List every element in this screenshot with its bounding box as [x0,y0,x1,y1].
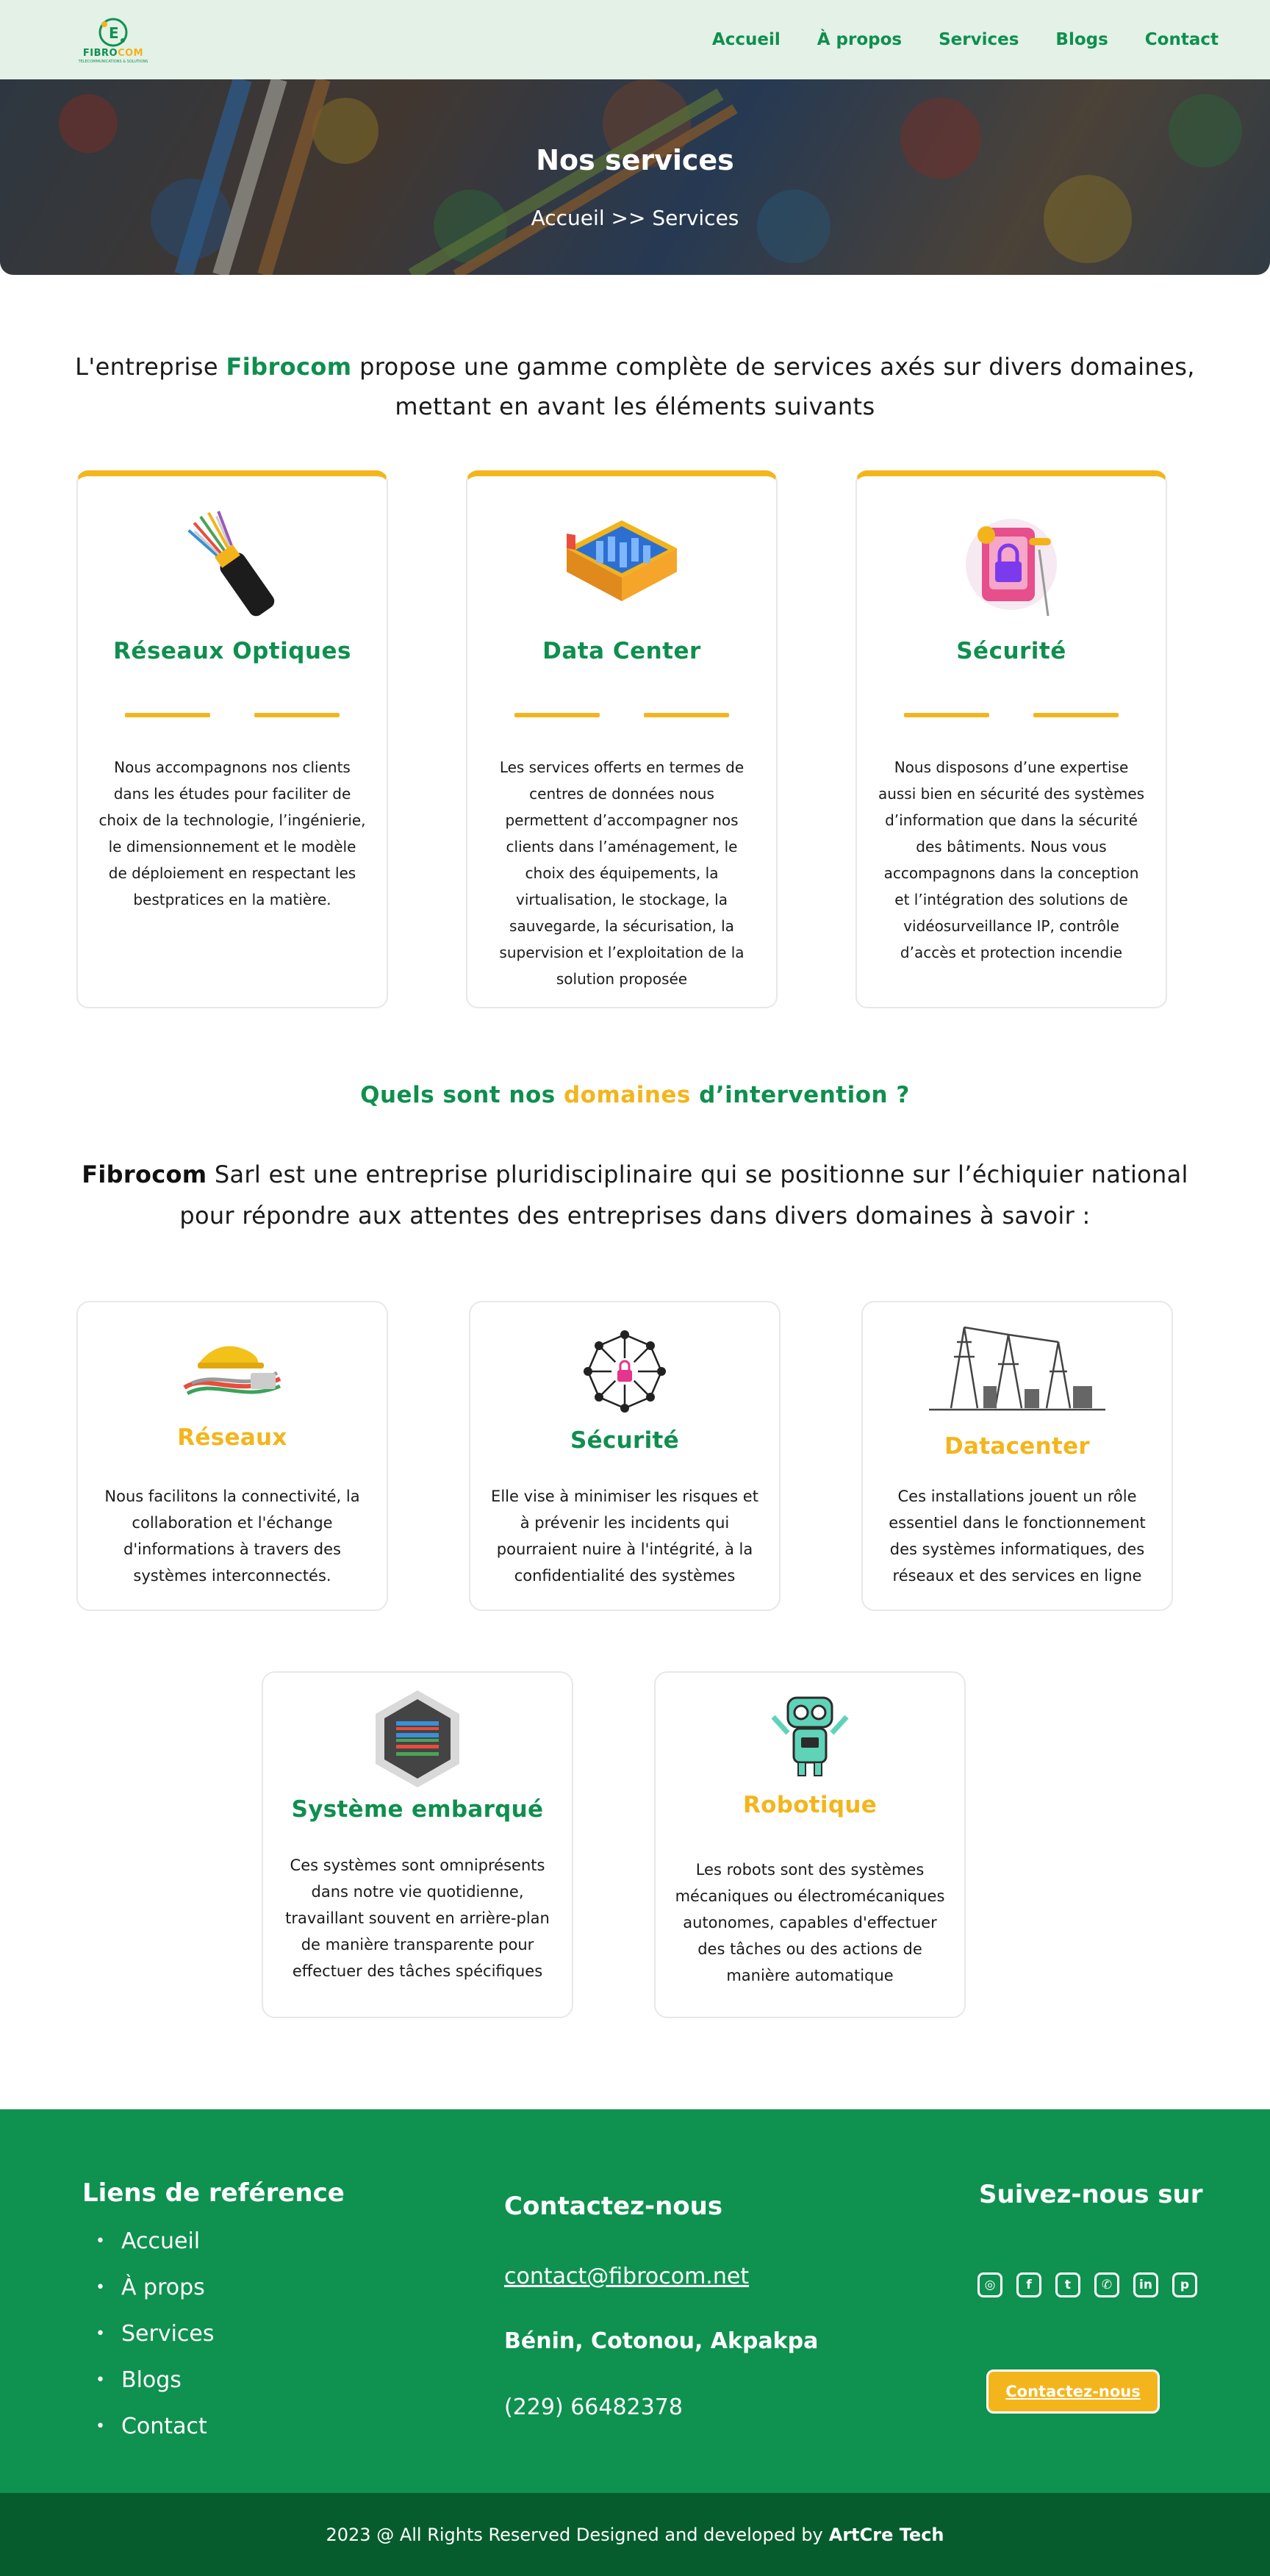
footer-link-item: Accueil [96,2220,215,2266]
domain-card-reseaux: Réseaux Nous facilitons la connectivité,… [76,1301,388,1611]
copyright-bar: 2023 @ All Rights Reserved Designed and … [0,2493,1270,2576]
site-header: E FIBROCOM TELECOMMUNICATIONS & SOLUTION… [0,0,1270,79]
footer-link-accueil[interactable]: Accueil [121,2228,200,2254]
robot-icon [771,1696,849,1776]
developer-name[interactable]: ArtCre Tech [829,2525,944,2545]
footer-link-a-props[interactable]: À props [121,2275,205,2300]
logo-wordmark: FIBROCOM [82,48,144,59]
footer-social-title: Suivez-nous sur [979,2180,1203,2209]
nav-contact[interactable]: Contact [1145,30,1219,49]
data-center-icon [567,520,677,601]
service-card-securite: Sécurité Nous disposons d’une expertise … [855,470,1167,1008]
twitter-icon[interactable]: t [1055,2272,1080,2297]
nav-services[interactable]: Services [939,30,1019,49]
nav-blogs[interactable]: Blogs [1055,30,1108,49]
footer-link-item: À props [96,2266,215,2312]
footer-address: Bénin, Cotonou, Akpakpa [504,2328,819,2354]
social-icons: ◎ f t ✆ in p [977,2272,1197,2297]
domains-heading: Quels sont nos domaines d’intervention ? [360,1082,910,1108]
footer-contact-button[interactable]: Contactez-nous [986,2369,1160,2414]
service-title: Sécurité [956,638,1066,664]
domain-description: Ces installations jouent un rôle essenti… [889,1488,1146,1585]
site-footer: Liens de reférence Accueil À props Servi… [0,2109,1270,2493]
viber-icon[interactable]: ✆ [1094,2272,1119,2297]
service-card-reseaux-optiques: Réseaux Optiques Nous accompagnons nos c… [76,470,388,1008]
domain-title: Réseaux [177,1424,287,1451]
domains-intro-text: Fibrocom Sarl est une entreprise pluridi… [82,1160,1188,1230]
instagram-icon[interactable]: ◎ [977,2272,1002,2297]
main-nav: Accueil À propos Services Blogs Contact [675,30,1219,49]
footer-contact-title: Contactez-nous [504,2192,723,2221]
network-lock-icon [584,1330,666,1413]
nav-a-propos[interactable]: À propos [817,30,902,49]
domain-card-systeme-embarque: Système embarqué Ces systèmes sont omnip… [262,1671,573,2018]
domain-description: Elle vise à minimiser les risques et à p… [491,1488,758,1585]
page-title: Nos services [536,144,734,176]
embedded-system-chip-icon [376,1690,459,1787]
domain-description: Nous facilitons la connectivité, la coll… [104,1488,360,1585]
footer-links-title: Liens de reférence [82,2178,345,2208]
service-description: Nous accompagnons nos clients dans les é… [98,758,366,908]
title-underline-bars [467,713,776,717]
power-substation-icon [929,1326,1105,1411]
footer-email-link[interactable]: contact@fibrocom.net [504,2264,749,2289]
footer-link-blogs[interactable]: Blogs [121,2367,182,2393]
service-description: Les services offerts en termes de centre… [499,758,745,988]
logo-tagline: TELECOMMUNICATIONS & SOLUTIONS [78,60,148,64]
footer-link-item: Blogs [96,2358,215,2405]
domain-title: Datacenter [944,1433,1090,1460]
breadcrumb: Accueil >> Services [531,206,739,230]
footer-link-contact[interactable]: Contact [121,2414,207,2439]
hero-banner: Nos services Accueil >> Services [0,79,1270,275]
domain-title: Système embarqué [291,1796,544,1823]
brand-name: Fibrocom [226,353,352,381]
domain-title: Sécurité [570,1427,679,1454]
service-title: Data Center [542,638,701,664]
domain-description: Ces systèmes sont omniprésents dans notr… [285,1856,550,1980]
fiber-optic-cable-icon [187,511,275,617]
footer-links-list: Accueil À props Services Blogs Contact [96,2220,215,2451]
domain-card-datacenter: Datacenter Ces installations jouent un r… [861,1301,1173,1611]
logo-emblem-icon: E [98,18,128,47]
fibrocom-logo[interactable]: E FIBROCOM TELECOMMUNICATIONS & SOLUTION… [73,9,153,71]
title-underline-bars [857,713,1166,717]
domain-card-securite: Sécurité Elle vise à minimiser les risqu… [469,1301,781,1611]
service-title: Réseaux Optiques [113,638,351,664]
facebook-icon[interactable]: f [1016,2272,1041,2297]
service-card-data-center: Data Center Les services offerts en term… [466,470,778,1008]
title-underline-bars [78,713,387,717]
copyright-text: 2023 @ All Rights Reserved Designed and … [326,2524,823,2545]
service-description: Nous disposons d’une expertise aussi bie… [878,758,1145,961]
linkedin-icon[interactable]: in [1133,2272,1158,2297]
domain-card-robotique: Robotique Les robots sont des systèmes m… [654,1671,966,2018]
footer-link-item: Services [96,2312,215,2358]
svg-text:E: E [109,24,119,42]
footer-link-services[interactable]: Services [121,2321,215,2347]
domain-title: Robotique [742,1792,878,1818]
nav-accueil[interactable]: Accueil [712,30,781,49]
footer-link-item: Contact [96,2405,215,2451]
footer-phone: (229) 66482378 [504,2394,683,2420]
services-intro-text: L'entreprise Fibrocom propose une gamme … [75,353,1195,420]
pinterest-icon[interactable]: p [1172,2272,1197,2297]
security-lock-icon [966,519,1057,617]
network-cables-icon [183,1346,281,1396]
domain-description: Les robots sont des systèmes mécaniques … [675,1861,945,1984]
